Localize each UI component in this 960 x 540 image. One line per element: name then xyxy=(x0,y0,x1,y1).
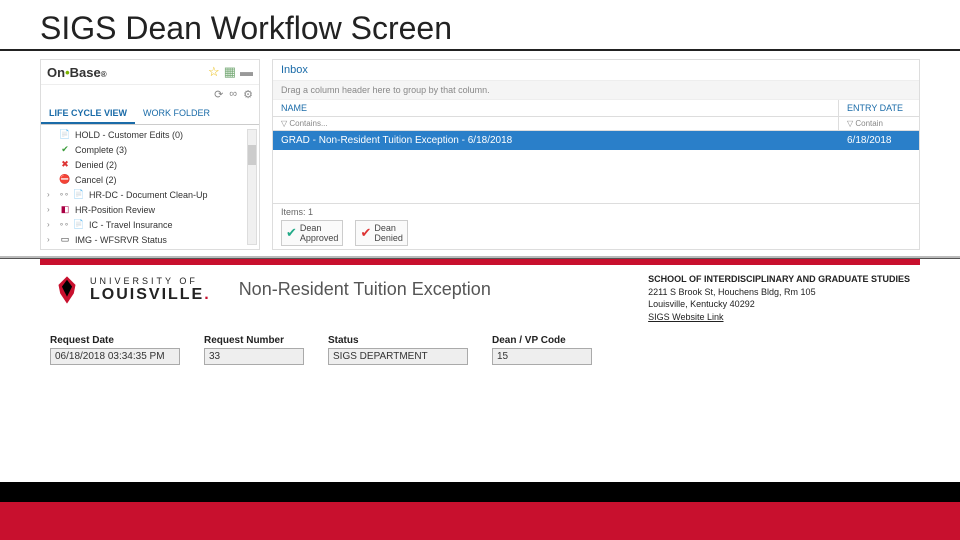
tab-inbox[interactable]: Inbox xyxy=(273,60,919,81)
form-title: Non-Resident Tuition Exception xyxy=(239,273,491,300)
field-status: Status xyxy=(328,335,468,365)
filter-name[interactable]: ▽ Contains... xyxy=(273,117,839,130)
x-icon: ✔ xyxy=(360,225,371,241)
field-request-number: Request Number xyxy=(204,335,304,365)
gear-icon[interactable]: ⚙ xyxy=(243,88,253,101)
field-request-date: Request Date xyxy=(50,335,180,365)
dean-code-input[interactable] xyxy=(492,348,592,365)
sigs-website-link[interactable]: SIGS Website Link xyxy=(648,311,910,324)
form-header: UNIVERSITY OF LOUISVILLE. Non-Resident T… xyxy=(40,265,920,331)
star-icon[interactable]: ☆ xyxy=(208,64,220,80)
grid-icon[interactable]: ▦ xyxy=(224,64,236,80)
dean-denied-button[interactable]: ✔ DeanDenied xyxy=(355,220,407,246)
group-hint: Drag a column header here to group by th… xyxy=(273,81,919,100)
tree-scrollbar[interactable] xyxy=(247,129,257,245)
page-title: SIGS Dean Workflow Screen xyxy=(0,0,960,51)
form-fields: Request Date Request Number Status Dean … xyxy=(40,331,920,375)
link-icon[interactable]: ∞ xyxy=(229,88,237,101)
right-panel: Inbox Drag a column header here to group… xyxy=(272,59,920,250)
row-name: GRAD - Non-Resident Tuition Exception - … xyxy=(273,131,839,150)
tab-life-cycle-view[interactable]: LIFE CYCLE VIEW xyxy=(41,104,135,124)
tree-item[interactable]: ›◧HR-Position Review xyxy=(41,202,259,217)
col-name[interactable]: NAME xyxy=(273,100,839,116)
school-address: SCHOOL OF INTERDISCIPLINARY AND GRADUATE… xyxy=(648,273,910,323)
tree-item[interactable]: ›▭IMG - WFSRVR Status xyxy=(41,232,259,247)
left-tree: 📄HOLD - Customer Edits (0) ✔Complete (3)… xyxy=(41,125,259,249)
items-count: Items: 1 xyxy=(281,207,911,217)
field-dean-code: Dean / VP Code xyxy=(492,335,592,365)
right-panel-footer: Items: 1 ✔ DeanApproved ✔ DeanDenied xyxy=(273,203,919,249)
left-panel-tabs: LIFE CYCLE VIEW WORK FOLDER xyxy=(41,104,259,125)
filter-date[interactable]: ▽ Contain xyxy=(839,117,919,130)
tree-item[interactable]: ✔Complete (3) xyxy=(41,142,259,157)
refresh-icon[interactable]: ⟳ xyxy=(214,88,223,101)
row-date: 6/18/2018 xyxy=(839,131,919,150)
university-logo: UNIVERSITY OF LOUISVILLE. xyxy=(50,273,211,307)
status-input[interactable] xyxy=(328,348,468,365)
tag-icon[interactable]: ▬ xyxy=(240,64,253,80)
request-number-input[interactable] xyxy=(204,348,304,365)
univ-line1: UNIVERSITY OF xyxy=(90,276,211,286)
tree-item[interactable]: ›∘∘📄HR-DC - Document Clean-Up xyxy=(41,187,259,202)
tab-work-folder[interactable]: WORK FOLDER xyxy=(135,104,218,124)
table-row[interactable]: GRAD - Non-Resident Tuition Exception - … xyxy=(273,131,919,150)
left-panel: On•Base® ☆ ▦ ▬ ⟳ ∞ ⚙ LIFE CYCLE VIEW WOR… xyxy=(40,59,260,250)
left-panel-header: On•Base® ☆ ▦ ▬ xyxy=(41,60,259,85)
tree-item[interactable]: ✖Denied (2) xyxy=(41,157,259,172)
column-headers: NAME ENTRY DATE xyxy=(273,100,919,117)
tree-item[interactable]: ›∘∘📄IC - Travel Insurance xyxy=(41,217,259,232)
top-region: On•Base® ☆ ▦ ▬ ⟳ ∞ ⚙ LIFE CYCLE VIEW WOR… xyxy=(0,59,960,250)
form-region: UNIVERSITY OF LOUISVILLE. Non-Resident T… xyxy=(0,259,960,375)
request-date-input[interactable] xyxy=(50,348,180,365)
check-icon: ✔ xyxy=(286,225,297,241)
tree-item[interactable]: ⛔Cancel (2) xyxy=(41,172,259,187)
tree-item[interactable]: 📄HOLD - Customer Edits (0) xyxy=(41,127,259,142)
col-entry-date[interactable]: ENTRY DATE xyxy=(839,100,919,116)
cardinal-icon xyxy=(50,273,84,307)
dean-approved-button[interactable]: ✔ DeanApproved xyxy=(281,220,343,246)
filter-row: ▽ Contains... ▽ Contain xyxy=(273,117,919,131)
onbase-logo: On•Base® xyxy=(47,65,107,80)
page-footer xyxy=(0,482,960,540)
